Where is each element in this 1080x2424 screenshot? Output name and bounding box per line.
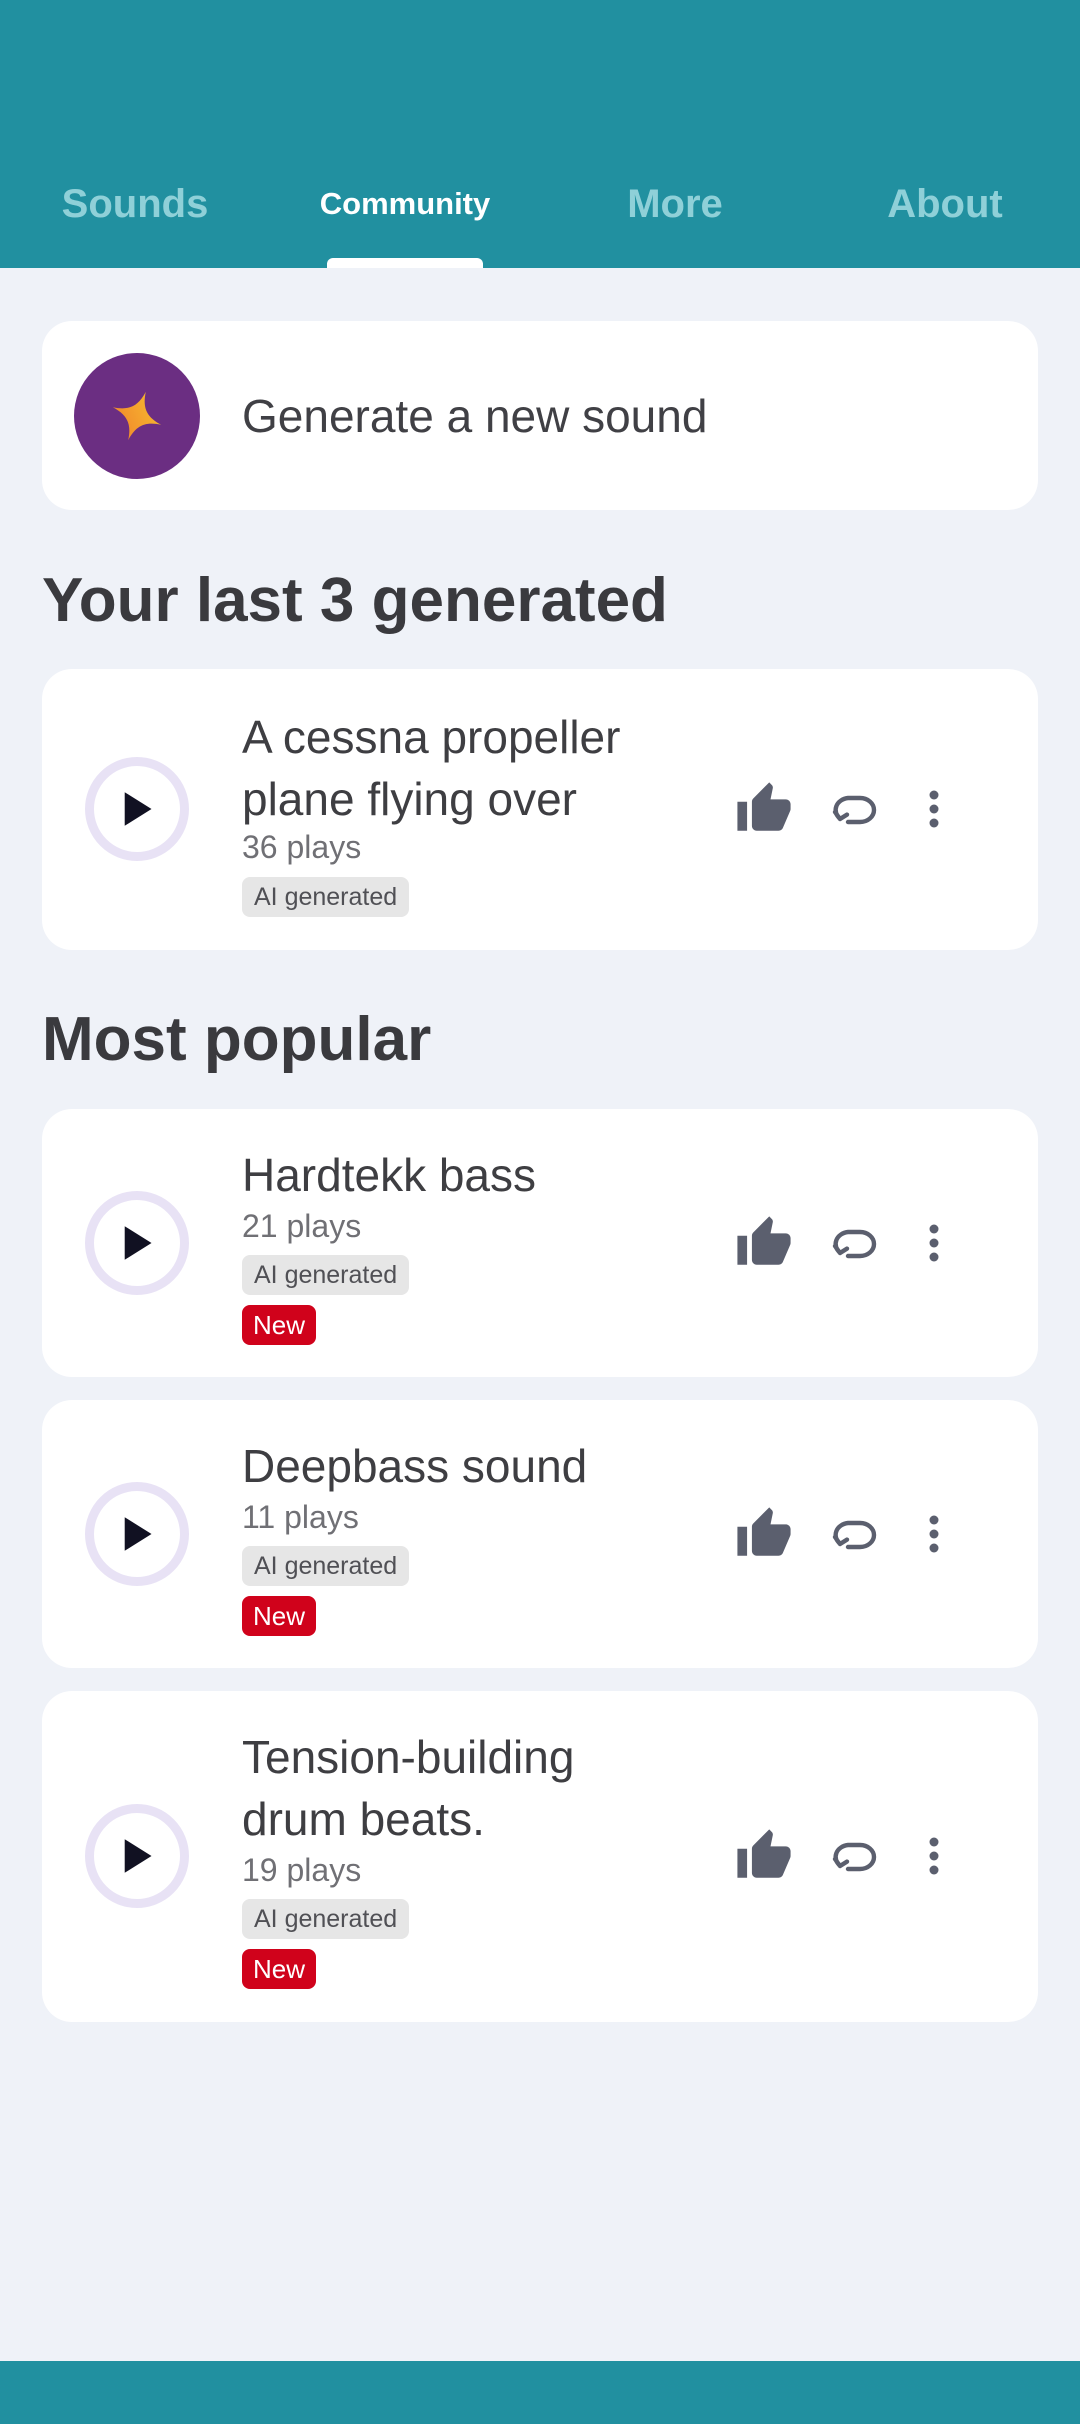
more-options-button[interactable] [914,1504,954,1564]
tab-more[interactable]: More [540,160,810,268]
play-button[interactable] [85,757,189,861]
more-vertical-icon [929,1224,939,1262]
more-options-button[interactable] [914,1213,954,1273]
play-count: 19 plays [242,1852,362,1888]
play-icon [124,1517,152,1551]
loop-icon [832,795,877,825]
loop-icon [832,1842,877,1872]
sound-title: A cessna propeller plane flying over [242,711,621,825]
more-vertical-icon [929,790,939,828]
new-badge: New [242,1305,317,1345]
play-icon [124,1226,152,1260]
tab-about[interactable]: About [810,160,1080,268]
sound-title: Hardtekk bass [242,1149,537,1201]
tab-sounds[interactable]: Sounds [0,160,270,268]
sound-card: A cessna propeller plane flying over 36 … [42,669,1038,950]
section-title-last-generated: Your last 3 generated [42,566,668,635]
bottom-bar [0,2361,1080,2424]
like-button[interactable] [734,1213,794,1273]
remix-button[interactable] [824,1826,884,1886]
thumbs-up-icon [737,1829,791,1878]
app-header: Sounds Community More About [0,0,1080,268]
sound-card: Hardtekk bass 21 plays AI generated New [42,1109,1038,1377]
new-badge: New [242,1949,317,1989]
remix-button[interactable] [824,1213,884,1273]
loop-icon [832,1520,877,1550]
more-vertical-icon [929,1837,939,1875]
sound-card: Deepbass sound 11 plays AI generated New [42,1400,1038,1668]
play-button[interactable] [85,1482,189,1586]
play-count: 21 plays [242,1208,362,1244]
like-button[interactable] [734,1504,794,1564]
more-options-button[interactable] [914,779,954,839]
like-button[interactable] [734,779,794,839]
ai-generated-badge: AI generated [242,1899,410,1939]
play-button[interactable] [85,1191,189,1295]
generate-sound-card[interactable]: Generate a new sound [42,321,1038,510]
generate-sound-label: Generate a new sound [242,390,708,442]
remix-button[interactable] [824,1504,884,1564]
play-count: 36 plays [242,829,362,865]
tab-bar: Sounds Community More About [0,160,1080,268]
thumbs-up-icon [737,1216,791,1265]
play-icon [124,1839,152,1873]
loop-icon [832,1229,877,1259]
sparkle-icon [74,353,200,479]
thumbs-up-icon [737,782,791,831]
like-button[interactable] [734,1826,794,1886]
more-vertical-icon [929,1515,939,1553]
remix-button[interactable] [824,779,884,839]
tab-community[interactable]: Community [270,160,540,268]
more-options-button[interactable] [914,1826,954,1886]
ai-generated-badge: AI generated [242,877,410,917]
sound-title: Deepbass sound [242,1440,588,1492]
tab-community-label: Community [319,186,491,221]
section-title-most-popular: Most popular [42,1005,432,1074]
thumbs-up-icon [737,1507,791,1556]
new-badge: New [242,1596,317,1636]
ai-generated-badge: AI generated [242,1255,410,1295]
sound-title: Tension-building drum beats. [242,1731,575,1845]
ai-generated-badge: AI generated [242,1546,410,1586]
play-icon [124,792,152,826]
play-count: 11 plays [242,1499,359,1535]
play-button[interactable] [85,1804,189,1908]
tab-indicator [327,258,483,268]
sound-card: Tension-building drum beats. 19 plays AI… [42,1691,1038,2022]
